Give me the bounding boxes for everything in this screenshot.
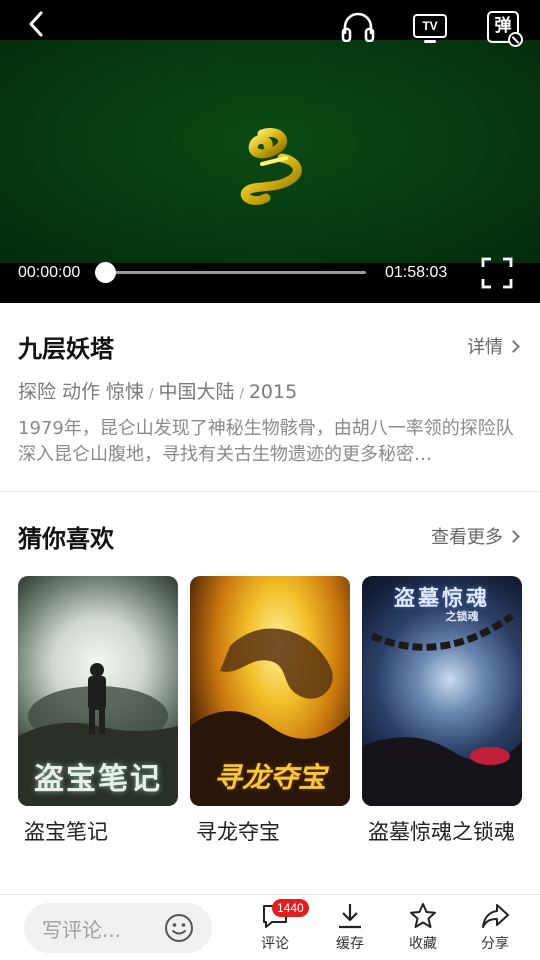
movie-title: 九层妖塔 [18,335,114,363]
meta-separator: / [149,387,154,402]
chevron-right-icon [507,529,520,543]
share-icon [482,904,509,928]
video-player[interactable]: TV 弹 00:00:00 01:58:03 [0,0,540,303]
danmaku-toggle-button[interactable]: 弹 [482,8,524,47]
section-divider [0,491,540,492]
star-icon [410,903,436,928]
movie-meta: 探险 动作 惊悚 / 中国大陆 / 2015 [18,377,297,404]
emoji-icon[interactable] [164,913,194,943]
chevron-right-icon [507,339,520,353]
movie-poster: 盗宝笔记 [18,576,178,806]
movie-region: 中国大陆 [158,381,235,403]
video-frame[interactable] [0,40,540,263]
movie-poster: 寻龙夺宝 [190,576,350,806]
movie-description[interactable]: 1979年，昆仑山发现了神秘生物骸骨，由胡八一率领的探险队深入昆仑山腹地，寻找有… [18,416,524,468]
favorite-button-label: 收藏 [409,936,437,952]
genre-tag: 探险 [18,381,57,403]
duration: 01:58:03 [385,264,448,281]
comment-placeholder: 写评论... [42,917,122,942]
player-control-bar [0,263,540,303]
recommend-card[interactable]: 盗宝笔记 盗宝笔记 [18,576,178,848]
progress-handle[interactable] [95,262,116,283]
audio-mode-button[interactable] [338,8,378,44]
recommend-card-title: 寻龙夺宝 [196,820,280,844]
danmaku-label: 弹 [494,15,512,36]
back-button[interactable] [18,6,54,42]
danmaku-off-icon [508,32,523,47]
download-button[interactable]: 缓存 [322,901,378,953]
current-time: 00:00:00 [18,264,81,281]
recommend-card-title: 盗宝笔记 [24,820,108,844]
favorite-button[interactable]: 收藏 [395,901,451,953]
details-link[interactable]: 详情 [467,333,520,359]
poster-title-art: 盗宝笔记 [34,762,162,797]
download-button-label: 缓存 [336,936,364,952]
movie-poster: 盗墓惊魂 之锁魂 [362,576,522,806]
back-arrow-icon [29,11,43,37]
tv-cast-button[interactable]: TV [410,8,450,44]
comment-count-badge: 1440 [272,899,309,917]
fullscreen-icon [481,257,513,289]
see-more-link[interactable]: 查看更多 [431,523,520,549]
headphones-icon [341,12,375,42]
progress-track[interactable] [104,271,366,274]
bottom-action-bar: 写评论... 评论 缓存 收藏 分享 [0,894,540,960]
genre-tag: 动作 [62,381,101,403]
danmaku-icon: 弹 [487,11,523,47]
recommend-card[interactable]: 盗墓惊魂 之锁魂 盗墓惊魂之锁魂 [362,576,522,848]
share-button-label: 分享 [481,936,509,952]
see-more-label: 查看更多 [431,527,503,548]
download-icon [339,904,361,929]
recommend-section-title: 猜你喜欢 [18,525,114,553]
comment-input[interactable]: 写评论... [24,903,212,953]
movie-year: 2015 [248,381,298,403]
details-link-label: 详情 [467,337,503,358]
meta-separator: / [239,387,244,402]
share-button[interactable]: 分享 [467,901,523,953]
genre-tag: 惊悚 [106,381,145,403]
tv-label: TV [422,19,438,33]
comment-button-label: 评论 [261,936,289,952]
fullscreen-button[interactable] [480,256,514,290]
film-reel-logo [240,128,302,205]
poster-title-art: 寻龙夺宝 [213,761,326,794]
recommend-card-title: 盗墓惊魂之锁魂 [368,820,515,844]
recommend-card[interactable]: 寻龙夺宝 寻龙夺宝 [190,576,350,848]
poster-subtitle-art: 之锁魂 [445,610,479,623]
tv-icon: TV [413,14,447,43]
player-top-bar [0,0,540,40]
